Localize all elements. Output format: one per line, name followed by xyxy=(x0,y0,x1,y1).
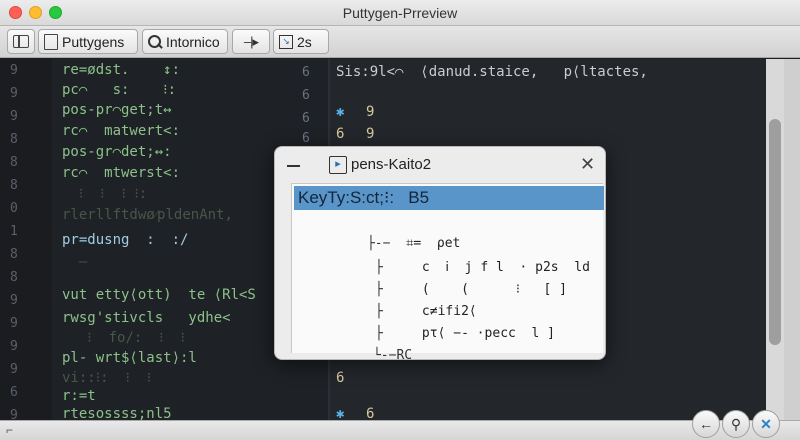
line-number: 9 xyxy=(10,339,18,354)
dialog-close-button[interactable]: ✕ xyxy=(580,154,595,175)
tree-row[interactable]: └-−RC xyxy=(326,326,412,363)
resize-handle-icon[interactable]: ⌐ xyxy=(6,423,13,437)
mid-line-number: 6 xyxy=(302,88,310,103)
tree-branch: └-−RC xyxy=(372,348,413,363)
title-bar: Puttygen-Prreview xyxy=(0,0,800,26)
line-number: 0 xyxy=(10,201,18,216)
back-button[interactable]: ← xyxy=(692,410,720,438)
line-number: 9 xyxy=(10,63,18,78)
line-number: 9 xyxy=(10,316,18,331)
line-number: 9 xyxy=(10,86,18,101)
code-line: pr=dusng : :/ xyxy=(62,232,189,248)
dialog-title-bar: ▸ pens-Kaito2 ✕ xyxy=(275,153,605,179)
right-pane-marker: ✱ xyxy=(336,104,345,120)
search-icon xyxy=(148,34,162,49)
code-line: — xyxy=(62,254,88,270)
tree-row[interactable]: ├-− ⌗= ρet xyxy=(320,214,460,251)
tree-row[interactable]: ├ pτ⟨ −- ⋅pecc l ] xyxy=(328,304,555,341)
zoom-search-button[interactable]: ⚲ xyxy=(722,410,750,438)
key-button[interactable]: ↘ 2s xyxy=(273,29,329,54)
search-icon: ⚲ xyxy=(730,416,742,432)
arrow-right-icon: –|▸ xyxy=(243,33,259,49)
dialog-minimize-button[interactable] xyxy=(287,165,300,167)
line-number: 8 xyxy=(10,132,18,147)
line-number: 8 xyxy=(10,247,18,262)
line-number: 9 xyxy=(10,109,18,124)
sessions-button[interactable]: Puttygens xyxy=(38,29,138,54)
code-line: rlerllftdwø⁄pldenAnt, xyxy=(62,207,233,223)
line-number: 6 xyxy=(10,385,18,400)
window-edge xyxy=(784,59,800,420)
code-line: pos-pr⌒get;t↔ xyxy=(62,102,172,118)
dialog-tree-view: KeyTy:S:ct;⁝: B5 ├-− ⌗= ρet ├ c ⅰ j f l … xyxy=(291,183,604,363)
right-pane-marker: 6 xyxy=(336,126,345,142)
tree-row[interactable]: ├ ( ( ⁝ [ ] xyxy=(328,260,567,297)
right-pane-value: 6 xyxy=(366,406,375,420)
mid-line-number: 6 xyxy=(302,65,310,80)
line-number: 9 xyxy=(10,408,18,420)
right-pane-value: 9 xyxy=(366,126,375,142)
line-number: 8 xyxy=(10,155,18,170)
right-pane-header: Sis:9l<⌒ ⟨danud.staice, p⟨ltactes, xyxy=(336,64,648,80)
tree-row[interactable]: ├ c≠ifi2⟨ xyxy=(328,282,477,319)
app-icon: ▸ xyxy=(329,156,347,174)
right-pane-value: 9 xyxy=(366,104,375,120)
key-icon: ↘ xyxy=(279,34,293,49)
line-number: 9 xyxy=(10,362,18,377)
scrollbar-thumb[interactable] xyxy=(769,119,781,345)
code-line: rtesossss;nl5 xyxy=(62,406,172,420)
dialog-title: pens-Kaito2 xyxy=(351,156,432,173)
vertical-scrollbar[interactable] xyxy=(766,59,784,420)
code-line: rc⌒ mtwerst<: xyxy=(62,165,181,181)
status-bar: ⌐ xyxy=(0,420,800,440)
line-number: 9 xyxy=(10,293,18,308)
tree-row[interactable]: ├ c ⅰ j f l ⋅ p2s ld xyxy=(328,238,590,275)
line-number: 1 xyxy=(10,224,18,239)
sidebar-icon xyxy=(13,35,29,48)
key-dialog: ▸ pens-Kaito2 ✕ KeyTy:S:ct;⁝: B5 ├-− ⌗= … xyxy=(274,146,606,363)
close-icon: ✕ xyxy=(760,416,772,432)
arrow-left-icon: ← xyxy=(699,416,713,432)
sessions-label: Puttygens xyxy=(62,33,125,50)
search-button[interactable]: Intornico xyxy=(142,29,228,54)
document-icon xyxy=(44,33,58,50)
code-line: pos-gr⌒det;↔: xyxy=(62,144,172,160)
code-line: vut etty⟨ott) te ⟨Rl<S xyxy=(62,287,256,303)
code-line: ⁝ ⁝ ⁝ ⁝: xyxy=(62,186,148,202)
close-tool-button[interactable]: ✕ xyxy=(752,410,780,438)
tree-selected-row[interactable]: KeyTy:S:ct;⁝: B5 xyxy=(294,186,604,210)
right-pane-marker: ✱ xyxy=(336,406,345,420)
key-label: 2s xyxy=(297,33,312,50)
search-label: Intornico xyxy=(166,33,220,50)
line-number: 8 xyxy=(10,270,18,285)
line-number: 8 xyxy=(10,178,18,193)
toggle-sidebar-button[interactable] xyxy=(7,29,35,54)
code-line: rc⌒ matwert<: xyxy=(62,123,181,139)
forward-button[interactable]: –|▸ xyxy=(232,29,270,54)
toolbar: Puttygens Intornico –|▸ ↘ 2s xyxy=(0,26,800,58)
window-title: Puttygen-Prreview xyxy=(342,5,458,21)
